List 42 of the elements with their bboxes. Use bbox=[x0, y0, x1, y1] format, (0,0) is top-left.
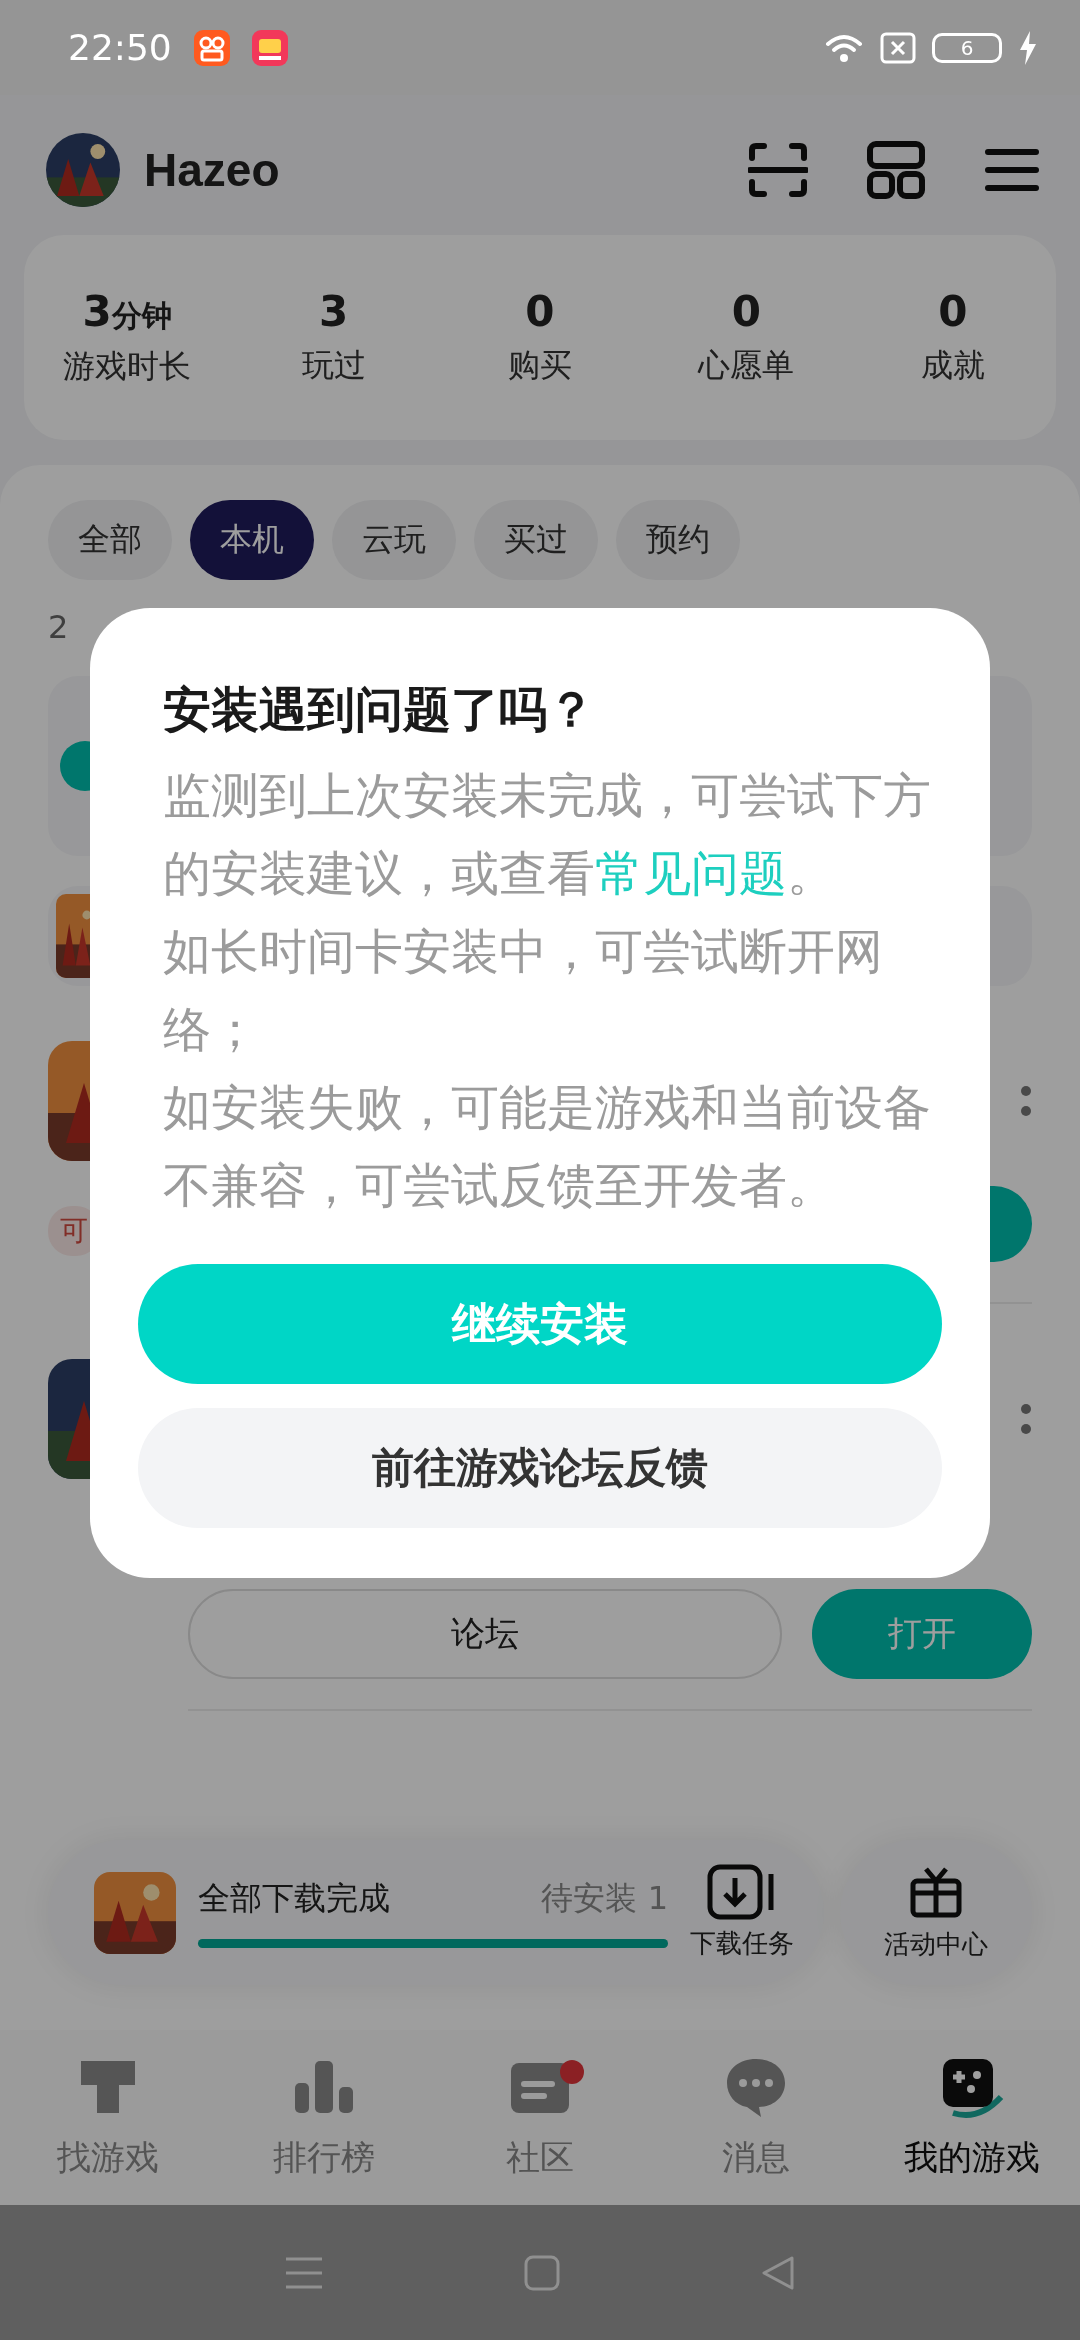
sim-icon bbox=[880, 31, 916, 64]
more-icon[interactable] bbox=[1020, 1401, 1032, 1437]
stat-label: 购买 bbox=[507, 345, 572, 386]
stat-value: 0 bbox=[731, 287, 761, 336]
stat-value: 0 bbox=[938, 287, 968, 336]
menu-icon[interactable] bbox=[984, 146, 1040, 194]
scan-icon[interactable] bbox=[748, 142, 808, 198]
pending-count: 待安装 1 bbox=[541, 1878, 668, 1919]
back-icon[interactable] bbox=[760, 2254, 796, 2291]
stat-label: 游戏时长 bbox=[63, 345, 192, 387]
home-icon[interactable] bbox=[524, 2254, 560, 2291]
download-tasks-button[interactable]: 下载任务 bbox=[690, 1864, 794, 1961]
stat-label: 成就 bbox=[920, 345, 985, 386]
stat-value: 0 bbox=[525, 287, 555, 336]
stat-value: 3分钟 bbox=[82, 286, 172, 337]
stat-label: 心愿单 bbox=[698, 345, 795, 386]
filter-chip[interactable]: 全部 bbox=[48, 500, 172, 580]
download-bar[interactable]: 全部下载完成 待安装 1 下载任务 bbox=[48, 1840, 824, 1985]
charging-icon bbox=[1018, 30, 1038, 65]
game-count: 2 bbox=[48, 608, 70, 646]
dialog-title: 安装遇到问题了吗？ bbox=[163, 680, 596, 739]
stat-value: 3 bbox=[318, 287, 349, 336]
filter-chip[interactable]: 买过 bbox=[474, 500, 598, 580]
app-icon bbox=[193, 29, 230, 66]
dialog-message: 监测到上次安装未完成，可尝试下方的安装建议，或查看常见问题。 bbox=[163, 766, 932, 903]
more-icon[interactable] bbox=[1020, 1083, 1032, 1119]
forum-button[interactable]: 论坛 bbox=[188, 1589, 782, 1679]
grid-icon[interactable] bbox=[866, 140, 926, 200]
tab-item[interactable]: 我的游戏 bbox=[864, 2030, 1080, 2205]
username: Hazeo bbox=[144, 143, 280, 197]
app-icon bbox=[251, 29, 288, 66]
forum-feedback-button[interactable]: 前往游戏论坛反馈 bbox=[138, 1408, 942, 1528]
filter-chip[interactable]: 云玩 bbox=[332, 500, 456, 580]
download-icon bbox=[707, 1864, 777, 1920]
stat-label: 玩过 bbox=[301, 345, 366, 386]
battery-icon: 6 bbox=[932, 32, 1002, 63]
filter-chip[interactable]: 本机 bbox=[190, 500, 314, 580]
filter-chip[interactable]: 预约 bbox=[616, 500, 740, 580]
status-time: 22:50 bbox=[68, 27, 172, 68]
dialog-message: 如安装失败，可能是游戏和当前设备不兼容，可尝试反馈至开发者。 bbox=[163, 1078, 932, 1215]
dialog-message: 如长时间卡安装中，可尝试断开网络； bbox=[163, 922, 884, 1059]
download-status: 全部下载完成 bbox=[198, 1878, 390, 1919]
